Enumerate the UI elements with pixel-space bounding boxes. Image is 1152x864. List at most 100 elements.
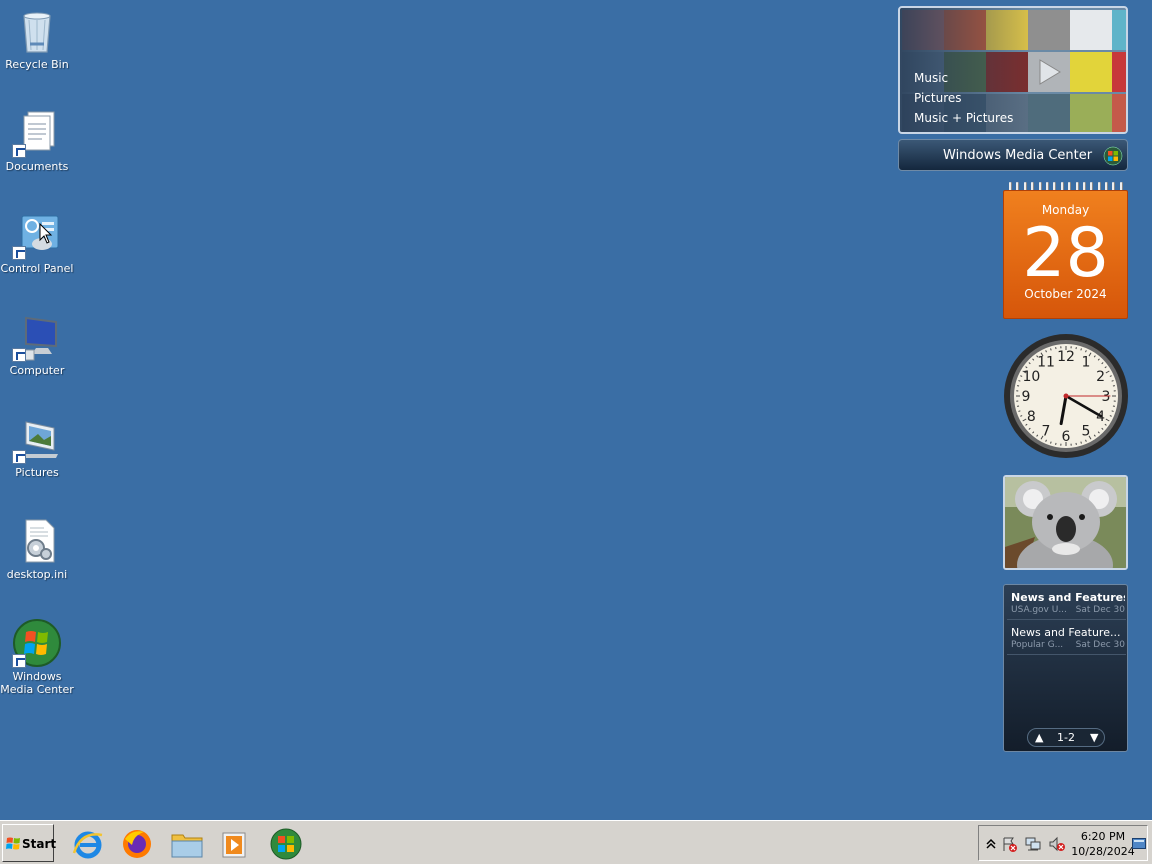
- feed-item-title: News and Feature...: [1011, 626, 1121, 639]
- clock-tick: [1018, 380, 1021, 382]
- clock-number: 11: [1037, 354, 1055, 370]
- tray-clock[interactable]: 6:20 PM 10/28/2024: [1071, 829, 1135, 859]
- clock-number: 12: [1057, 349, 1075, 365]
- calendar-day-number: 28: [1022, 214, 1109, 293]
- clock-number: 8: [1027, 409, 1036, 425]
- control-panel-icon: [12, 210, 62, 260]
- feed-item-date: Sat Dec 30: [1075, 605, 1125, 615]
- clock-number: 3: [1102, 389, 1111, 405]
- show-hidden-icons-chevron-icon[interactable]: [983, 836, 999, 852]
- feed-divider: [1007, 654, 1126, 655]
- media-center-gadget[interactable]: Music Pictures Music + Pictures Windows …: [898, 6, 1128, 171]
- internet-explorer-icon[interactable]: [71, 827, 105, 861]
- computer-icon: [12, 312, 62, 362]
- desktop-icon-computer[interactable]: Computer: [0, 312, 74, 377]
- calendar-page: Monday 28 October 2024: [1003, 190, 1128, 319]
- shortcut-arrow-icon: [12, 246, 26, 260]
- desktop-icon-label: Documents: [5, 160, 69, 173]
- settings-file-icon: [12, 516, 62, 566]
- windows-logo-icon: [1103, 146, 1123, 166]
- windows-logo-icon: [6, 837, 20, 850]
- media-center-title-bar[interactable]: Windows Media Center: [898, 139, 1128, 171]
- media-center-menu: Music Pictures Music + Pictures: [914, 68, 1013, 128]
- recycle-bin-icon: [12, 6, 62, 56]
- shortcut-arrow-icon: [12, 348, 26, 362]
- tray-time: 6:20 PM: [1080, 830, 1126, 843]
- network-icon[interactable]: [1025, 836, 1041, 852]
- tray-date: 10/28/2024: [1071, 845, 1135, 858]
- windows-media-center-icon: [12, 618, 62, 668]
- desktop-icon-control-panel[interactable]: Control Panel: [0, 210, 74, 275]
- action-center-flag-icon[interactable]: [1001, 836, 1017, 852]
- windows-media-center-icon[interactable]: [269, 827, 303, 861]
- clock-number: 5: [1082, 424, 1091, 440]
- shortcut-arrow-icon: [12, 144, 26, 158]
- desktop-icon-desktop-ini[interactable]: desktop.ini: [0, 516, 74, 581]
- feed-item-meta: USA.gov U... Sat Dec 30: [1011, 605, 1125, 616]
- system-tray: 6:20 PM 10/28/2024: [978, 825, 1148, 861]
- play-icon: [1039, 59, 1061, 85]
- desktop-icon-label: Computer: [9, 364, 65, 377]
- taskbar: Start 6:20 PM 10/28/2024: [0, 820, 1152, 864]
- clock-number: 2: [1096, 369, 1105, 385]
- clock-tick: [1080, 441, 1082, 444]
- clock-face: 121234567891011: [1004, 334, 1128, 458]
- feed-item-date: Sat Dec 30: [1075, 640, 1125, 650]
- desktop-icon-recycle-bin[interactable]: Recycle Bin: [0, 6, 74, 71]
- previous-arrow-icon[interactable]: ▲: [1035, 731, 1043, 744]
- documents-icon: [12, 108, 62, 158]
- desktop-icon-label: Windows Media Center: [0, 670, 74, 696]
- feed-item-title: News and Features f...: [1011, 591, 1125, 604]
- clock-number: 7: [1042, 424, 1051, 440]
- shortcut-arrow-icon: [12, 654, 26, 668]
- media-tile: [1112, 52, 1126, 92]
- desktop-icon-label: Pictures: [15, 466, 59, 479]
- desktop-icon-label: Recycle Bin: [5, 58, 69, 71]
- media-center-title: Windows Media Center: [943, 148, 1093, 163]
- feed-item[interactable]: News and Features f... USA.gov U... Sat …: [1011, 591, 1125, 616]
- firefox-icon[interactable]: [120, 827, 154, 861]
- menu-item-pictures[interactable]: Pictures: [914, 88, 1013, 108]
- feed-item[interactable]: News and Feature... Popular G... Sat Dec…: [1011, 626, 1125, 651]
- desktop-icon-documents[interactable]: Documents: [0, 108, 74, 173]
- menu-item-music-pictures[interactable]: Music + Pictures: [914, 108, 1013, 128]
- media-tile: [1070, 94, 1112, 132]
- slideshow-gadget[interactable]: [1003, 475, 1128, 570]
- volume-muted-icon[interactable]: [1049, 836, 1065, 852]
- pictures-icon: [12, 414, 62, 464]
- clock-number: 9: [1022, 389, 1031, 405]
- media-player-icon[interactable]: [219, 827, 253, 861]
- media-tile: [1112, 94, 1126, 132]
- media-tile: [1070, 52, 1112, 92]
- show-desktop-icon[interactable]: [1132, 837, 1146, 851]
- clock-tick: [1080, 348, 1082, 351]
- media-center-tiles[interactable]: Music Pictures Music + Pictures: [898, 6, 1128, 134]
- media-tile: [1028, 94, 1070, 132]
- menu-item-music[interactable]: Music: [914, 68, 1013, 88]
- desktop-icon-windows-media-center[interactable]: Windows Media Center: [0, 618, 74, 696]
- next-arrow-icon[interactable]: ▼: [1090, 731, 1098, 744]
- media-tile: [1070, 10, 1112, 50]
- windows-explorer-icon[interactable]: [170, 827, 204, 861]
- clock-center-pin: [1063, 393, 1069, 399]
- feed-headlines-gadget[interactable]: News and Features f... USA.gov U... Sat …: [1003, 584, 1128, 752]
- start-label: Start: [22, 837, 57, 851]
- clock-tick: [1050, 441, 1052, 444]
- clock-number: 10: [1022, 369, 1040, 385]
- feed-divider: [1007, 619, 1126, 620]
- clock-tick: [1111, 380, 1114, 382]
- start-button[interactable]: Start: [2, 824, 57, 862]
- feed-item-source: Popular G...: [1011, 640, 1064, 650]
- feed-item-source: USA.gov U...: [1011, 605, 1067, 615]
- desktop-icon-label: desktop.ini: [6, 568, 68, 581]
- media-tile: [1112, 10, 1126, 50]
- media-tile: [1028, 52, 1070, 92]
- media-tile: [1028, 10, 1070, 50]
- koala-photo: [1005, 477, 1126, 568]
- clock-tick: [1018, 410, 1021, 412]
- clock-gadget[interactable]: 121234567891011: [1003, 333, 1129, 459]
- mouse-cursor-icon: [39, 223, 53, 244]
- shortcut-arrow-icon: [12, 450, 26, 464]
- calendar-gadget[interactable]: Monday 28 October 2024: [1003, 182, 1128, 319]
- desktop-icon-pictures[interactable]: Pictures: [0, 414, 74, 479]
